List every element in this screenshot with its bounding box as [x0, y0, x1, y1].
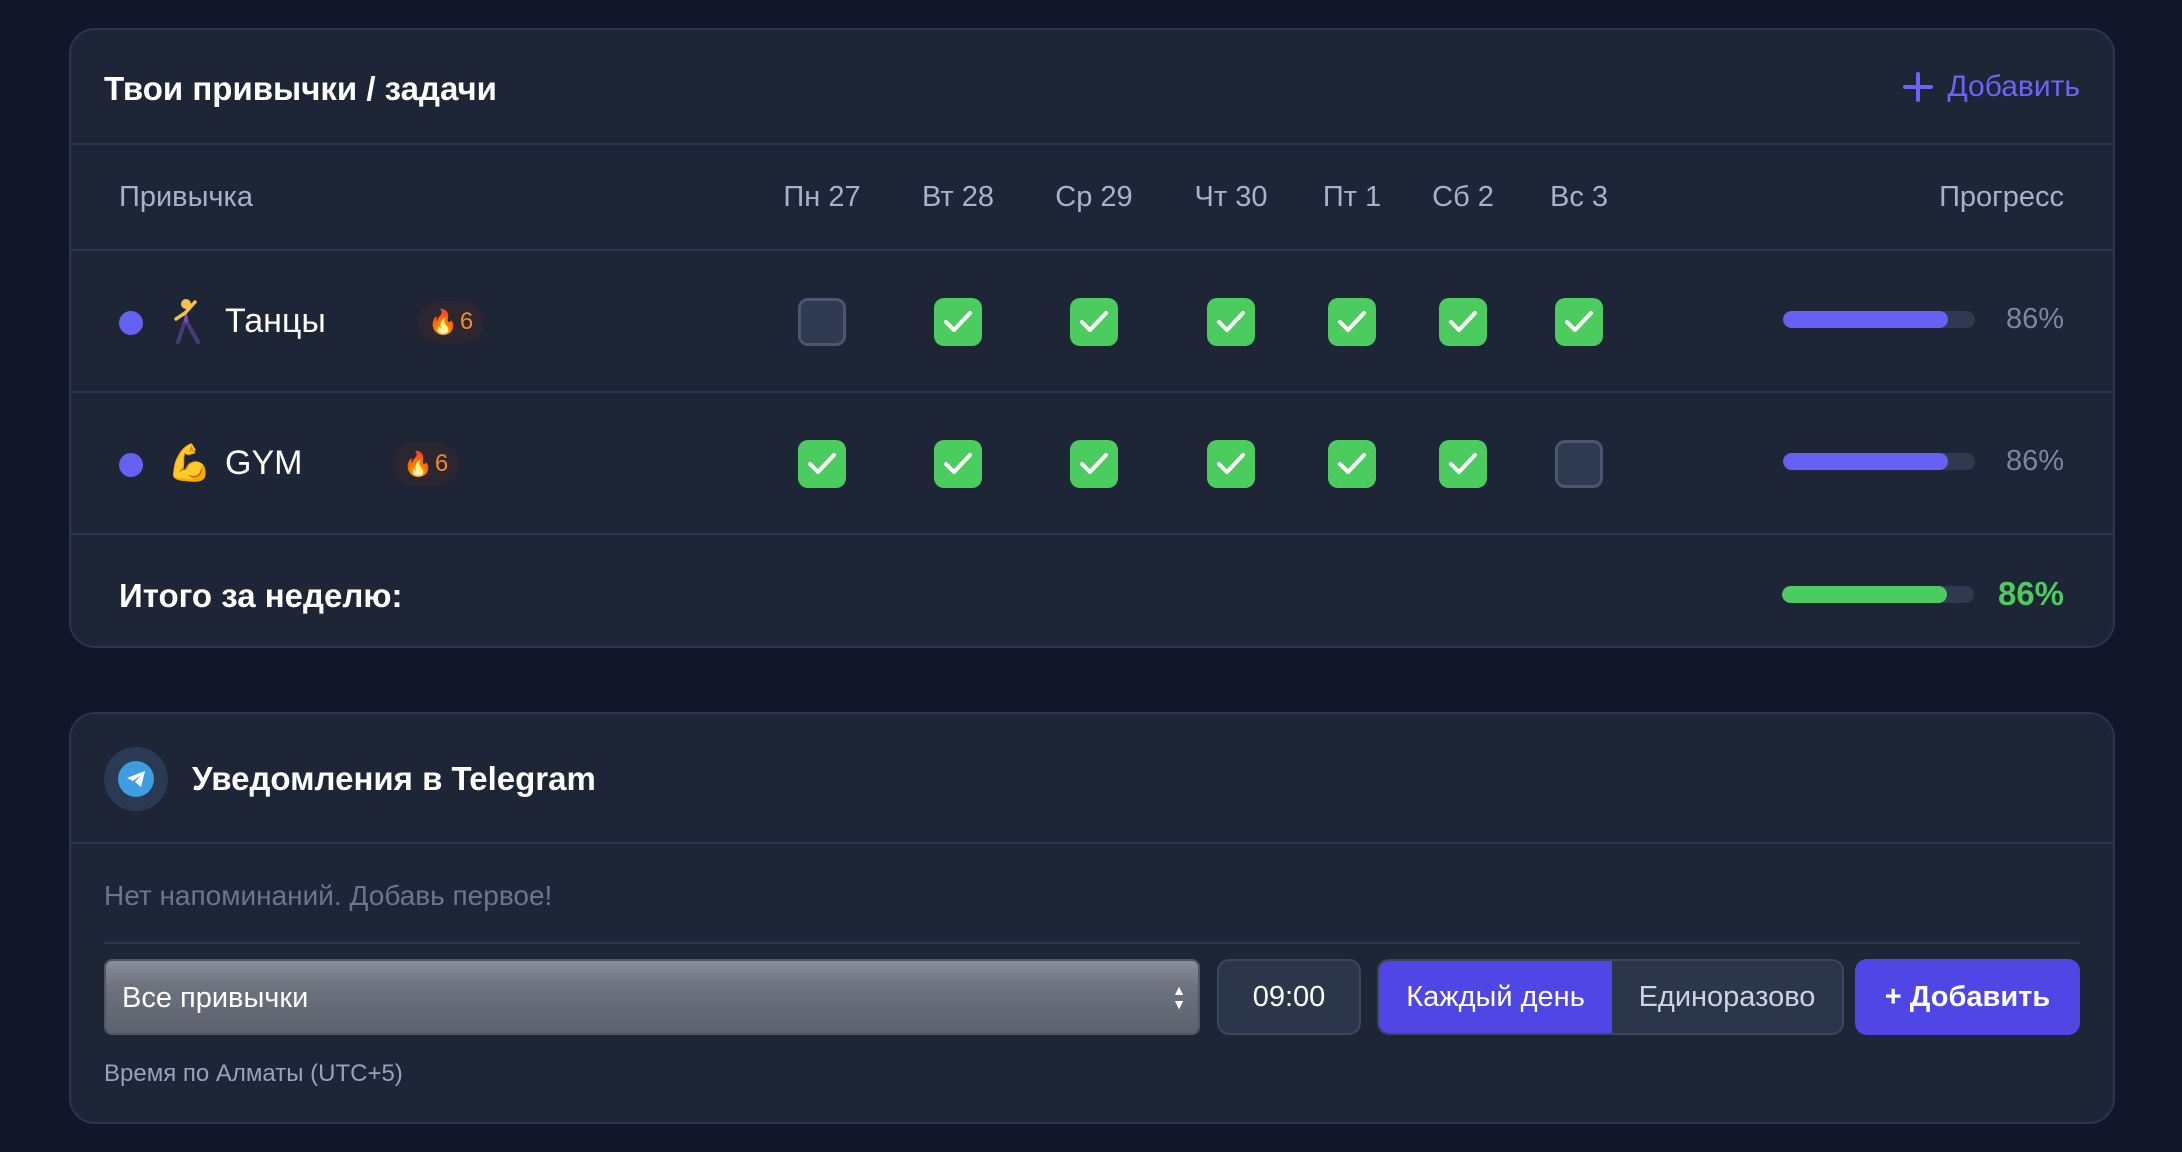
timezone-note: Время по Алматы (UTC+5) [104, 1060, 403, 1087]
progress-bar-fill [1783, 453, 1949, 470]
checkmark-icon [1080, 311, 1108, 332]
total-progress-bar-fill [1781, 585, 1948, 603]
frequency-option-daily[interactable]: Каждый день [1379, 961, 1612, 1033]
column-header-day: Ср 29 [1055, 181, 1133, 213]
checkmark-icon [808, 453, 836, 474]
day-checkbox[interactable] [934, 298, 982, 346]
day-checkbox[interactable] [1328, 440, 1376, 488]
checkmark-icon [1449, 453, 1477, 474]
telegram-icon [118, 761, 154, 797]
frequency-toggle: Каждый день Единоразово [1377, 959, 1844, 1035]
progress-bar-fill [1783, 311, 1949, 328]
total-progress-percent: 86% [1997, 575, 2064, 612]
day-checkbox[interactable] [1439, 298, 1487, 346]
streak-count: 6 [459, 308, 474, 335]
habits-title: Твои привычки / задачи [104, 70, 497, 107]
checkmark-icon [944, 311, 972, 332]
checkmark-icon [1338, 453, 1366, 474]
column-header-habit: Привычка [119, 181, 253, 213]
add-reminder-button[interactable]: + Добавить [1855, 959, 2080, 1035]
weekly-total-row: Итого за неделю: 86% [71, 535, 2113, 646]
progress-percent: 86% [2005, 445, 2064, 477]
habit-progress: 86% [1783, 445, 2064, 478]
checkmark-icon [1449, 311, 1477, 332]
day-checkbox[interactable] [798, 298, 846, 346]
flame-icon: 🔥 [403, 450, 433, 478]
habit-row: 💪 GYM 🔥 6 86% [71, 393, 2113, 535]
habits-table-header: Привычка Пн 27 Вт 28 Ср 29 Чт 30 Пт 1 Сб… [71, 145, 2113, 251]
checkmark-icon [1080, 453, 1108, 474]
flame-icon: 🔥 [428, 308, 458, 336]
column-header-day: Пт 1 [1322, 181, 1382, 213]
divider [104, 942, 2080, 944]
weekly-total-label: Итого за неделю: [119, 577, 403, 614]
day-checkbox[interactable] [1555, 298, 1603, 346]
day-checkbox[interactable] [1070, 298, 1118, 346]
flexed-biceps-icon: 💪 [167, 442, 212, 483]
column-header-day: Пн 27 [783, 181, 861, 213]
add-habit-label: Добавить [1947, 70, 2080, 103]
checkmark-icon [944, 453, 972, 474]
habit-progress: 86% [1783, 303, 2064, 336]
streak-badge: 🔥 6 [392, 443, 460, 485]
day-checkbox[interactable] [1207, 298, 1255, 346]
habit-row: Танцы 🔥 6 86% [71, 251, 2113, 393]
time-input[interactable]: 09:00 [1217, 959, 1361, 1035]
streak-count: 6 [434, 450, 449, 477]
day-checkbox[interactable] [798, 440, 846, 488]
habit-color-dot [119, 311, 143, 335]
progress-bar [1783, 453, 1975, 470]
habit-select[interactable]: Все привычки ▲ ▼ [104, 959, 1200, 1035]
weekly-total-progress: 86% [1781, 575, 2064, 613]
frequency-option-once[interactable]: Единоразово [1612, 961, 1842, 1033]
reminder-form: Все привычки ▲ ▼ 09:00 Каждый день Единор… [104, 959, 2080, 1035]
dancer-icon [167, 297, 203, 345]
telegram-badge [104, 747, 168, 811]
plus-icon [1903, 72, 1934, 102]
habit-name: Танцы [225, 302, 326, 340]
empty-reminders-text: Нет напоминаний. Добавь первое! [104, 880, 553, 911]
column-header-day: Чт 30 [1194, 181, 1268, 213]
habit-name: GYM [225, 444, 303, 482]
notifications-title: Уведомления в Telegram [192, 760, 596, 797]
day-checkbox[interactable] [934, 440, 982, 488]
habits-card: Твои привычки / задачи Добавить Привычка… [69, 28, 2115, 648]
telegram-notifications-card: Уведомления в Telegram Нет напоминаний. … [69, 712, 2115, 1124]
column-header-day: Вс 3 [1549, 181, 1609, 213]
progress-percent: 86% [2005, 303, 2064, 335]
progress-bar [1783, 311, 1975, 328]
day-checkbox[interactable] [1555, 440, 1603, 488]
day-checkbox[interactable] [1328, 298, 1376, 346]
day-checkbox[interactable] [1439, 440, 1487, 488]
add-habit-button[interactable]: Добавить [1903, 70, 2080, 104]
column-header-day: Сб 2 [1432, 181, 1494, 213]
day-checkbox[interactable] [1070, 440, 1118, 488]
checkmark-icon [1217, 311, 1245, 332]
habit-color-dot [119, 453, 143, 477]
notifications-header: Уведомления в Telegram [71, 714, 2113, 844]
column-header-progress: Прогресс [1939, 181, 2064, 213]
habits-card-header: Твои привычки / задачи Добавить [71, 30, 2113, 145]
day-checkbox[interactable] [1207, 440, 1255, 488]
checkmark-icon [1217, 453, 1245, 474]
total-progress-bar [1781, 585, 1974, 603]
streak-badge: 🔥 6 [417, 301, 485, 343]
checkmark-icon [1338, 311, 1366, 332]
checkmark-icon [1565, 311, 1593, 332]
column-header-day: Вт 28 [922, 181, 994, 213]
select-arrows-icon: ▲ ▼ [1172, 982, 1186, 1012]
habit-select-value: Все привычки [122, 982, 309, 1014]
